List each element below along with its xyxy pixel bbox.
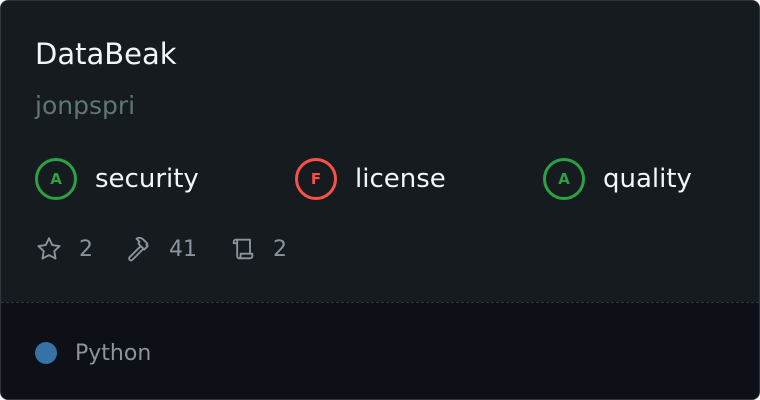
grade-list: A security F license A quality [1,155,759,203]
repo-stats: 2 41 2 [1,233,759,265]
repo-owner[interactable]: jonpspri [35,89,135,123]
grade-license: F license [295,155,446,203]
stars-stat: 2 [35,233,93,265]
grade-badge-license: F [295,158,337,200]
releases-count: 2 [273,236,287,262]
language-indicator: Python [35,339,151,367]
grade-security: A security [35,155,199,203]
grade-quality: A quality [543,155,692,203]
tools-count: 41 [169,236,197,262]
star-icon [37,237,61,260]
repo-name[interactable]: DataBeak [35,35,177,73]
repo-card[interactable]: DataBeak jonpspri A security F license A… [0,0,760,400]
stars-count: 2 [79,236,93,262]
grade-label-quality: quality [603,164,692,194]
card-footer: Python [1,302,759,399]
language-name: Python [75,340,152,366]
grade-label-license: license [355,164,446,194]
scroll-icon [232,238,254,260]
tools-stat: 41 [125,233,197,265]
grade-label-security: security [95,164,199,194]
card-main: DataBeak jonpspri A security F license A… [1,1,759,302]
grade-badge-quality: A [543,158,585,200]
language-color-dot [35,342,57,364]
grade-badge-security: A [35,158,77,200]
hammer-icon [128,236,149,262]
releases-stat: 2 [229,233,287,265]
